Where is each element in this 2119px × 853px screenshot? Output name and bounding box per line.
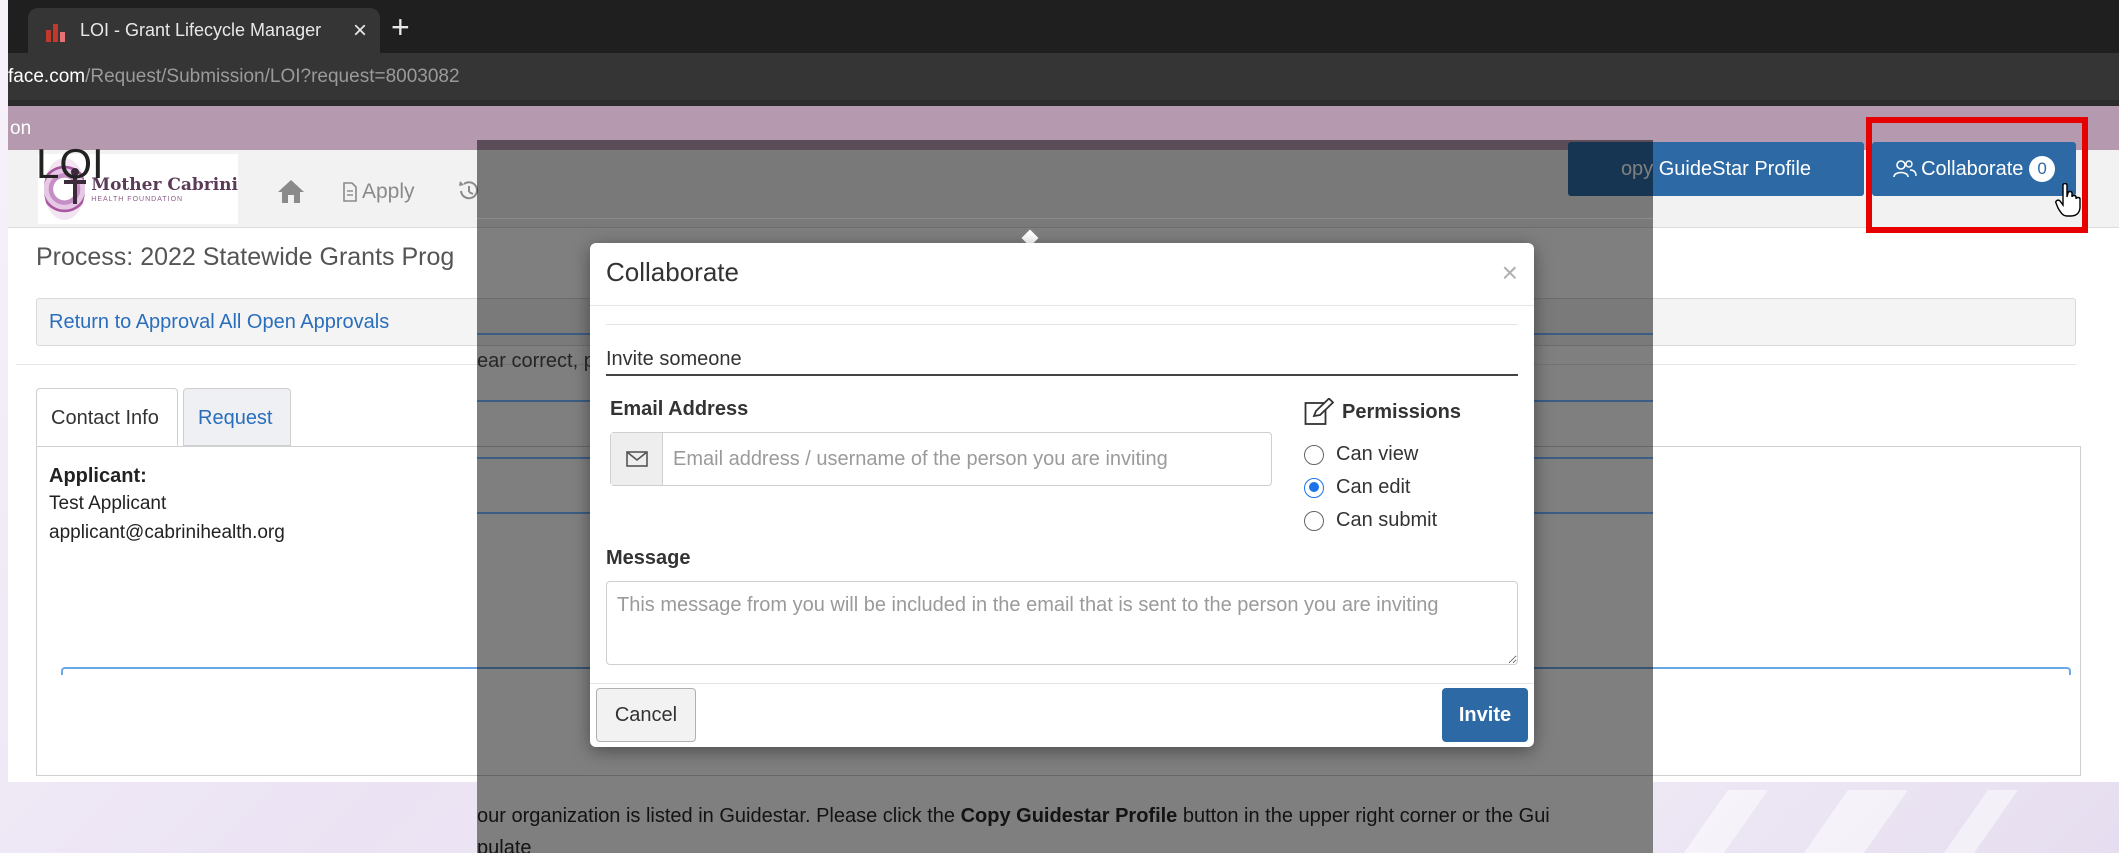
page-title: LOI [36,140,104,187]
email-input[interactable] [663,433,1271,485]
permission-can-edit[interactable]: Can edit [1304,476,1411,499]
logo-subtitle: HEALTH FOUNDATION [91,196,184,203]
nav-apply-label: Apply [362,180,415,203]
background-stripe [1791,790,1909,853]
background-stripe [1671,790,1769,853]
collaborate-modal: Collaborate × Invite someone Email Addre… [590,243,1534,747]
modal-footer-divider [590,683,1534,684]
close-icon[interactable]: × [1502,257,1518,289]
applicant-name: Test Applicant [49,493,167,514]
applicant-label: Applicant: [49,465,147,487]
permission-can-submit[interactable]: Can submit [1304,509,1437,532]
legend-underline [606,374,1518,376]
can-edit-radio[interactable] [1304,477,1324,498]
cancel-button[interactable]: Cancel [596,688,696,742]
new-tab-icon[interactable]: + [391,9,410,46]
email-input-group [610,432,1272,486]
can-edit-label: Can edit [1336,476,1411,498]
browser-tab-bar: LOI - Grant Lifecycle Manager × + [8,0,2119,53]
permissions-label: Permissions [1342,400,1461,423]
edit-icon [1304,398,1334,425]
background-stripe [1931,790,2019,853]
background-divider [477,218,1653,219]
favicon-icon [44,20,66,42]
home-icon[interactable] [276,178,306,209]
guidestar-instruction-text: our organization is listed in Guidestar.… [477,805,1550,828]
permission-can-view[interactable]: Can view [1304,443,1418,466]
email-address-label: Email Address [610,398,749,420]
can-view-label: Can view [1336,443,1419,465]
background-notice-text: ear correct, p [477,350,595,372]
invite-someone-legend: Invite someone [606,348,742,370]
envelope-icon [611,433,663,485]
message-label: Message [606,547,691,569]
tab-close-icon[interactable]: × [340,17,380,45]
can-view-radio[interactable] [1304,444,1324,465]
logo-name: Mother Cabrini [91,175,238,195]
document-icon [343,182,357,202]
users-icon [1893,160,1917,178]
collaborate-button[interactable]: Collaborate 0 [1872,142,2076,196]
url-domain: face.com [8,65,86,87]
permissions-header: Permissions [1304,398,1461,426]
guidestar-instruction-line2: pulate [477,837,532,853]
invite-button[interactable]: Invite [1442,688,1528,742]
can-submit-radio[interactable] [1304,510,1324,531]
guidestar-instruction-suffix: button in the upper right corner or the … [1177,805,1550,827]
hand-pointer-cursor-icon [2055,183,2081,217]
tab-contact-info[interactable]: Contact Info [36,388,178,446]
modal-header-divider [590,305,1534,306]
url-path: /Request/Submission/LOI?request=8003082 [85,65,460,87]
url-text: face.com/Request/Submission/LOI?request=… [8,66,460,88]
message-textarea[interactable] [606,581,1518,665]
banner-text: on [10,118,32,139]
nav-apply-link[interactable]: Apply [342,180,415,204]
can-submit-label: Can submit [1336,509,1438,531]
modal-title: Collaborate [606,257,739,287]
browser-tab[interactable]: LOI - Grant Lifecycle Manager × [28,8,380,53]
collaborate-label: Collaborate [1921,157,2024,180]
address-bar[interactable]: face.com/Request/Submission/LOI?request=… [8,53,2119,100]
tab-request[interactable]: Request [183,388,291,446]
modal-subdivider [606,324,1518,325]
tab-title: LOI - Grant Lifecycle Manager [80,20,322,40]
process-name: Process: 2022 Statewide Grants Prog [36,243,455,271]
guidestar-instruction-prefix: our organization is listed in Guidestar.… [477,805,961,827]
return-to-approvals-link[interactable]: Return to Approval All Open Approvals [49,311,389,334]
collaborator-count-badge: 0 [2029,156,2055,182]
applicant-email: applicant@cabrinihealth.org [49,522,285,543]
guidestar-instruction-bold: Copy Guidestar Profile [960,805,1178,827]
